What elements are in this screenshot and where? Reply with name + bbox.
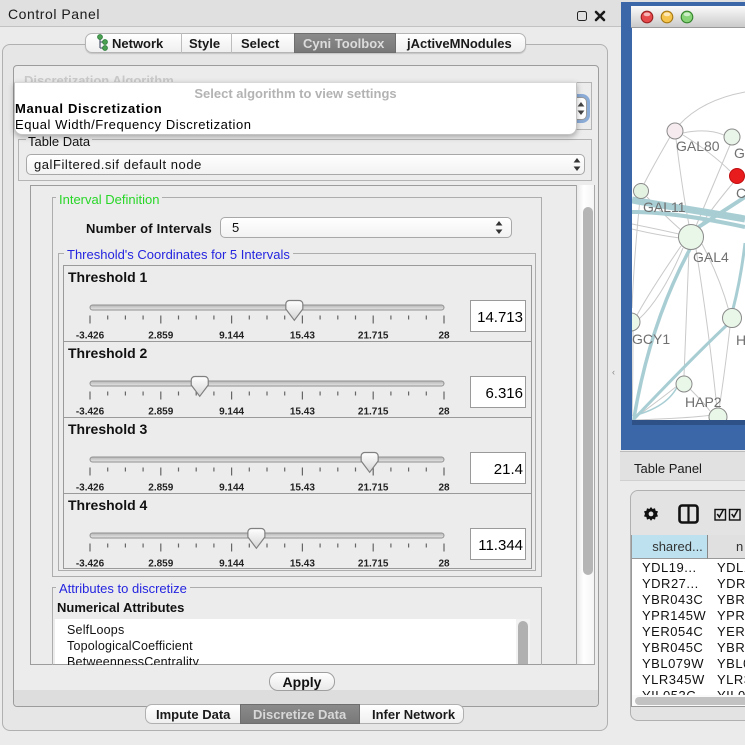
svg-text:GCY1: GCY1 bbox=[632, 331, 670, 347]
svg-text:2.859: 2.859 bbox=[148, 559, 173, 570]
svg-text:21.715: 21.715 bbox=[358, 331, 389, 342]
svg-text:21.715: 21.715 bbox=[358, 483, 389, 494]
svg-text:9.144: 9.144 bbox=[219, 407, 244, 418]
svg-text:28: 28 bbox=[438, 559, 450, 570]
svg-text:28: 28 bbox=[438, 331, 450, 342]
svg-text:-3.426: -3.426 bbox=[76, 331, 105, 342]
svg-text:2.859: 2.859 bbox=[148, 407, 173, 418]
svg-text:15.43: 15.43 bbox=[290, 559, 315, 570]
svg-text:C: C bbox=[736, 185, 745, 201]
svg-text:-3.426: -3.426 bbox=[76, 407, 105, 418]
svg-text:-3.426: -3.426 bbox=[76, 559, 105, 570]
svg-text:2.859: 2.859 bbox=[148, 331, 173, 342]
svg-text:9.144: 9.144 bbox=[219, 483, 244, 494]
svg-text:HAP2: HAP2 bbox=[685, 394, 722, 410]
svg-text:-3.426: -3.426 bbox=[76, 483, 105, 494]
svg-text:H: H bbox=[736, 332, 745, 348]
svg-text:21.715: 21.715 bbox=[358, 407, 389, 418]
svg-text:GAL80: GAL80 bbox=[676, 138, 720, 154]
svg-text:9.144: 9.144 bbox=[219, 559, 244, 570]
svg-text:28: 28 bbox=[438, 483, 450, 494]
svg-text:21.715: 21.715 bbox=[358, 559, 389, 570]
svg-text:GAL4: GAL4 bbox=[693, 249, 729, 265]
svg-text:9.144: 9.144 bbox=[219, 331, 244, 342]
svg-text:15.43: 15.43 bbox=[290, 407, 315, 418]
svg-text:GAL11: GAL11 bbox=[643, 199, 686, 215]
svg-text:15.43: 15.43 bbox=[290, 483, 315, 494]
svg-text:GA: GA bbox=[734, 145, 745, 161]
svg-text:15.43: 15.43 bbox=[290, 331, 315, 342]
svg-text:2.859: 2.859 bbox=[148, 483, 173, 494]
svg-text:28: 28 bbox=[438, 407, 450, 418]
